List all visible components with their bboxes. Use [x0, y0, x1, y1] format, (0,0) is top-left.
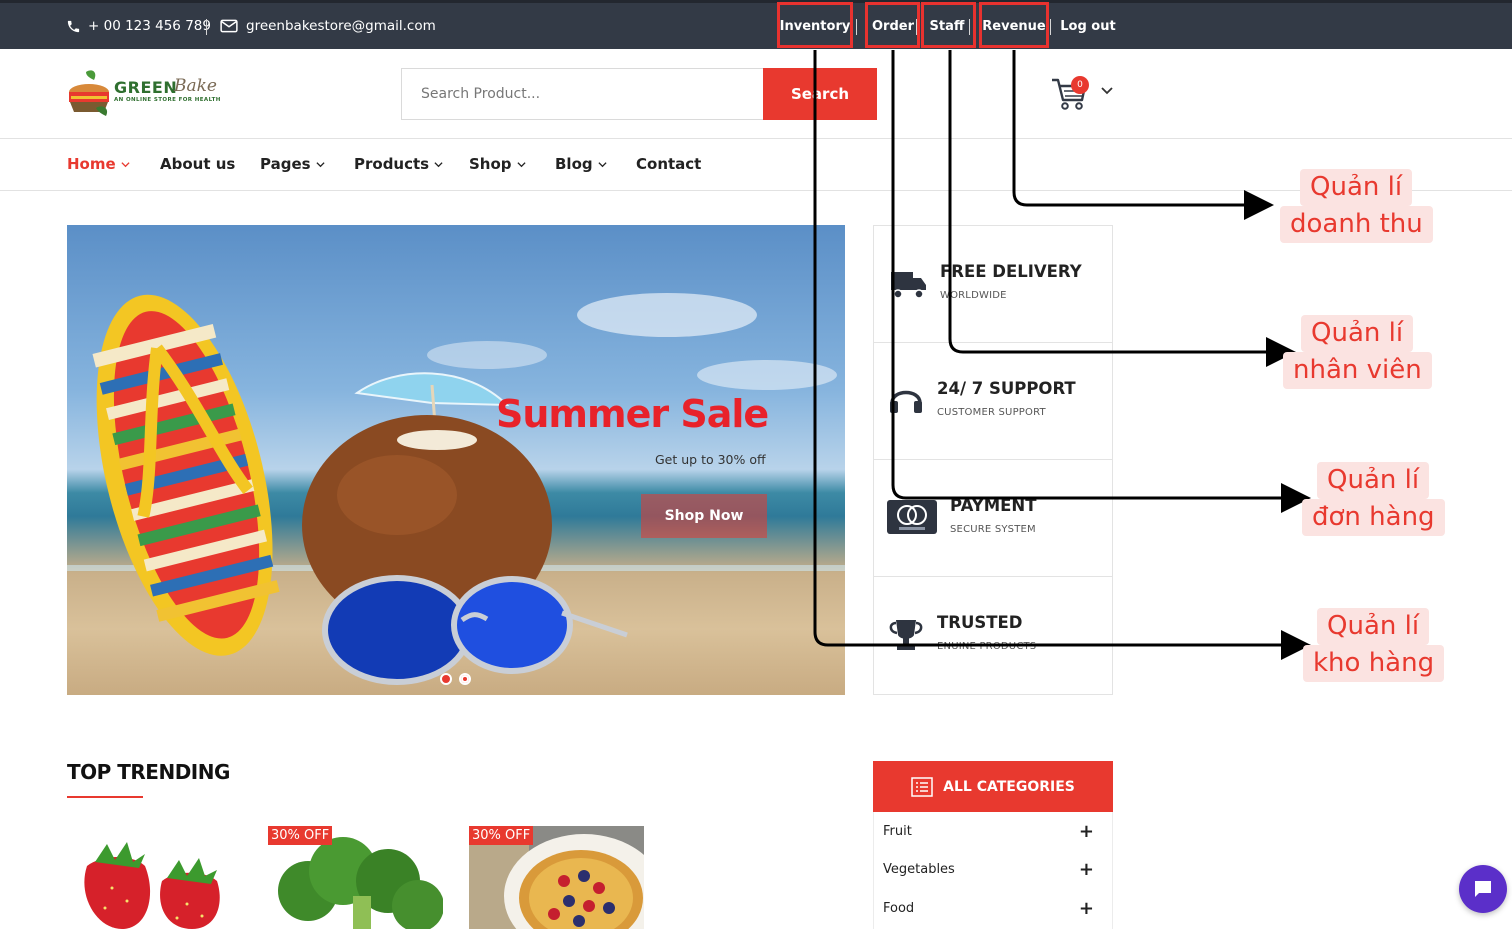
nav-pages-label: Pages: [260, 155, 311, 173]
chevron-down-icon: [121, 161, 130, 167]
category-label: Fruit: [883, 823, 912, 839]
discount-badge: 30% OFF: [268, 826, 333, 845]
logo-wordmark: GREEN: [114, 78, 178, 97]
feature-title: FREE DELIVERY: [940, 262, 1082, 281]
email-contact[interactable]: greenbakestore@gmail.com: [220, 3, 436, 49]
slider-dot-2[interactable]: [459, 673, 471, 685]
feature-support: 24/ 7 SUPPORT CUSTOMER SUPPORT: [874, 343, 1112, 460]
category-label: Food: [883, 900, 915, 916]
trophy-icon: [889, 620, 923, 650]
strawberry-image: [84, 842, 220, 929]
nav-pages[interactable]: Pages: [260, 152, 325, 176]
phone-icon: [67, 20, 80, 32]
store-logo[interactable]: GREEN Bake AN ONLINE STORE FOR HEALTH: [66, 68, 236, 118]
feature-title: TRUSTED: [937, 613, 1023, 632]
feature-title: 24/ 7 SUPPORT: [937, 379, 1076, 398]
chat-bubble-icon: [1475, 881, 1491, 897]
search-input[interactable]: [401, 68, 764, 120]
nav-divider: [0, 190, 1512, 191]
feature-trusted: TRUSTED ENUINE PRODUCTS: [874, 577, 1112, 694]
logo-tagline: AN ONLINE STORE FOR HEALTH: [114, 97, 221, 103]
revenue-arrow: [1012, 50, 1274, 220]
cart-count-badge: 0: [1071, 76, 1089, 94]
category-item-vegetables[interactable]: Vegetables +: [874, 850, 1112, 888]
email-address: greenbakestore@gmail.com: [246, 18, 436, 34]
plus-icon[interactable]: +: [1079, 821, 1094, 842]
product-card-broccoli[interactable]: 30% OFF: [268, 826, 443, 929]
nav-shop[interactable]: Shop: [469, 152, 526, 176]
chevron-down-icon: [598, 161, 607, 167]
features-panel: FREE DELIVERY WORLDWIDE 24/ 7 SUPPORT CU…: [873, 225, 1113, 695]
plus-icon[interactable]: +: [1079, 859, 1094, 880]
nav-about[interactable]: About us: [160, 152, 235, 176]
phone-number: + 00 123 456 789: [88, 18, 211, 34]
feature-free-delivery: FREE DELIVERY WORLDWIDE: [874, 226, 1112, 343]
slider-dot-1[interactable]: [440, 673, 452, 685]
nav-products[interactable]: Products: [354, 152, 443, 176]
product-card-strawberry[interactable]: [67, 826, 242, 929]
inventory-highlight-box: [777, 2, 853, 48]
nav-contact[interactable]: Contact: [636, 152, 701, 176]
nav-blog[interactable]: Blog: [555, 152, 607, 176]
category-list: Fruit + Vegetables + Food +: [873, 812, 1113, 929]
chevron-down-icon: [434, 161, 443, 167]
order-highlight-box: [865, 2, 920, 48]
header-divider: [0, 138, 1512, 139]
divider: [1050, 19, 1051, 35]
heading-underline: [67, 796, 143, 798]
revenue-highlight-box: [979, 2, 1049, 48]
chevron-down-icon: [315, 161, 325, 167]
annotation-inventory-line1: Quản lí: [1317, 608, 1430, 645]
nav-home[interactable]: Home: [67, 152, 130, 176]
hero-title: Summer Sale: [496, 392, 769, 436]
annotation-staff-line2: nhân viên: [1283, 352, 1432, 389]
nav-blog-label: Blog: [555, 155, 593, 173]
phone-contact: + 00 123 456 789: [66, 3, 211, 49]
nav-about-label: About us: [160, 155, 236, 173]
feature-subtitle: CUSTOMER SUPPORT: [937, 407, 1046, 418]
headset-icon: [890, 390, 922, 413]
logo-script: Bake: [174, 76, 217, 96]
annotation-inventory-line2: kho hàng: [1303, 645, 1445, 682]
discount-badge: 30% OFF: [469, 826, 534, 845]
product-card-fruit-tart[interactable]: 30% OFF: [469, 826, 644, 929]
annotation-order-line2: đơn hàng: [1302, 499, 1445, 536]
annotation-order-line1: Quản lí: [1317, 462, 1430, 499]
category-item-fruit[interactable]: Fruit +: [874, 812, 1112, 850]
top-bar: + 00 123 456 789 greenbakestore@gmail.co…: [0, 0, 1512, 49]
plus-icon[interactable]: +: [1079, 898, 1094, 919]
logout-link[interactable]: Log out: [1060, 3, 1116, 49]
chevron-down-icon[interactable]: [1101, 86, 1113, 96]
divider: [206, 19, 207, 35]
feature-subtitle: ENUINE PRODUCTS: [937, 641, 1037, 652]
annotation-revenue-line1: Quản lí: [1300, 169, 1413, 206]
feature-subtitle: WORLDWIDE: [940, 290, 1007, 301]
category-label: Vegetables: [883, 861, 955, 877]
divider: [856, 19, 857, 35]
annotation-staff-line1: Quản lí: [1301, 315, 1414, 352]
mail-icon: [220, 19, 238, 33]
shop-now-button[interactable]: Shop Now: [641, 494, 767, 538]
all-categories-button[interactable]: ALL CATEGORIES: [873, 761, 1113, 812]
feature-title: PAYMENT: [950, 496, 1037, 515]
staff-highlight-box: [921, 2, 976, 48]
hero-subtitle: Get up to 30% off: [655, 452, 766, 467]
nav-shop-label: Shop: [469, 155, 512, 173]
nav-products-label: Products: [354, 155, 430, 173]
truck-icon: [891, 272, 926, 299]
top-trending-heading: TOP TRENDING: [67, 760, 230, 784]
all-categories-label: ALL CATEGORIES: [943, 778, 1075, 795]
annotation-revenue-line2: doanh thu: [1280, 206, 1433, 243]
search-button[interactable]: Search: [763, 68, 877, 120]
category-item-food[interactable]: Food +: [874, 889, 1112, 927]
chevron-down-icon: [516, 161, 526, 167]
chat-button[interactable]: [1459, 865, 1507, 913]
nav-home-label: Home: [67, 155, 116, 173]
feature-payment: PAYMENT SECURE SYSTEM: [874, 460, 1112, 577]
mastercard-icon: [887, 500, 937, 534]
feature-subtitle: SECURE SYSTEM: [950, 524, 1036, 535]
nav-contact-label: Contact: [636, 155, 702, 173]
bread-basket-logo-icon: [69, 70, 109, 116]
list-icon: [911, 776, 933, 797]
